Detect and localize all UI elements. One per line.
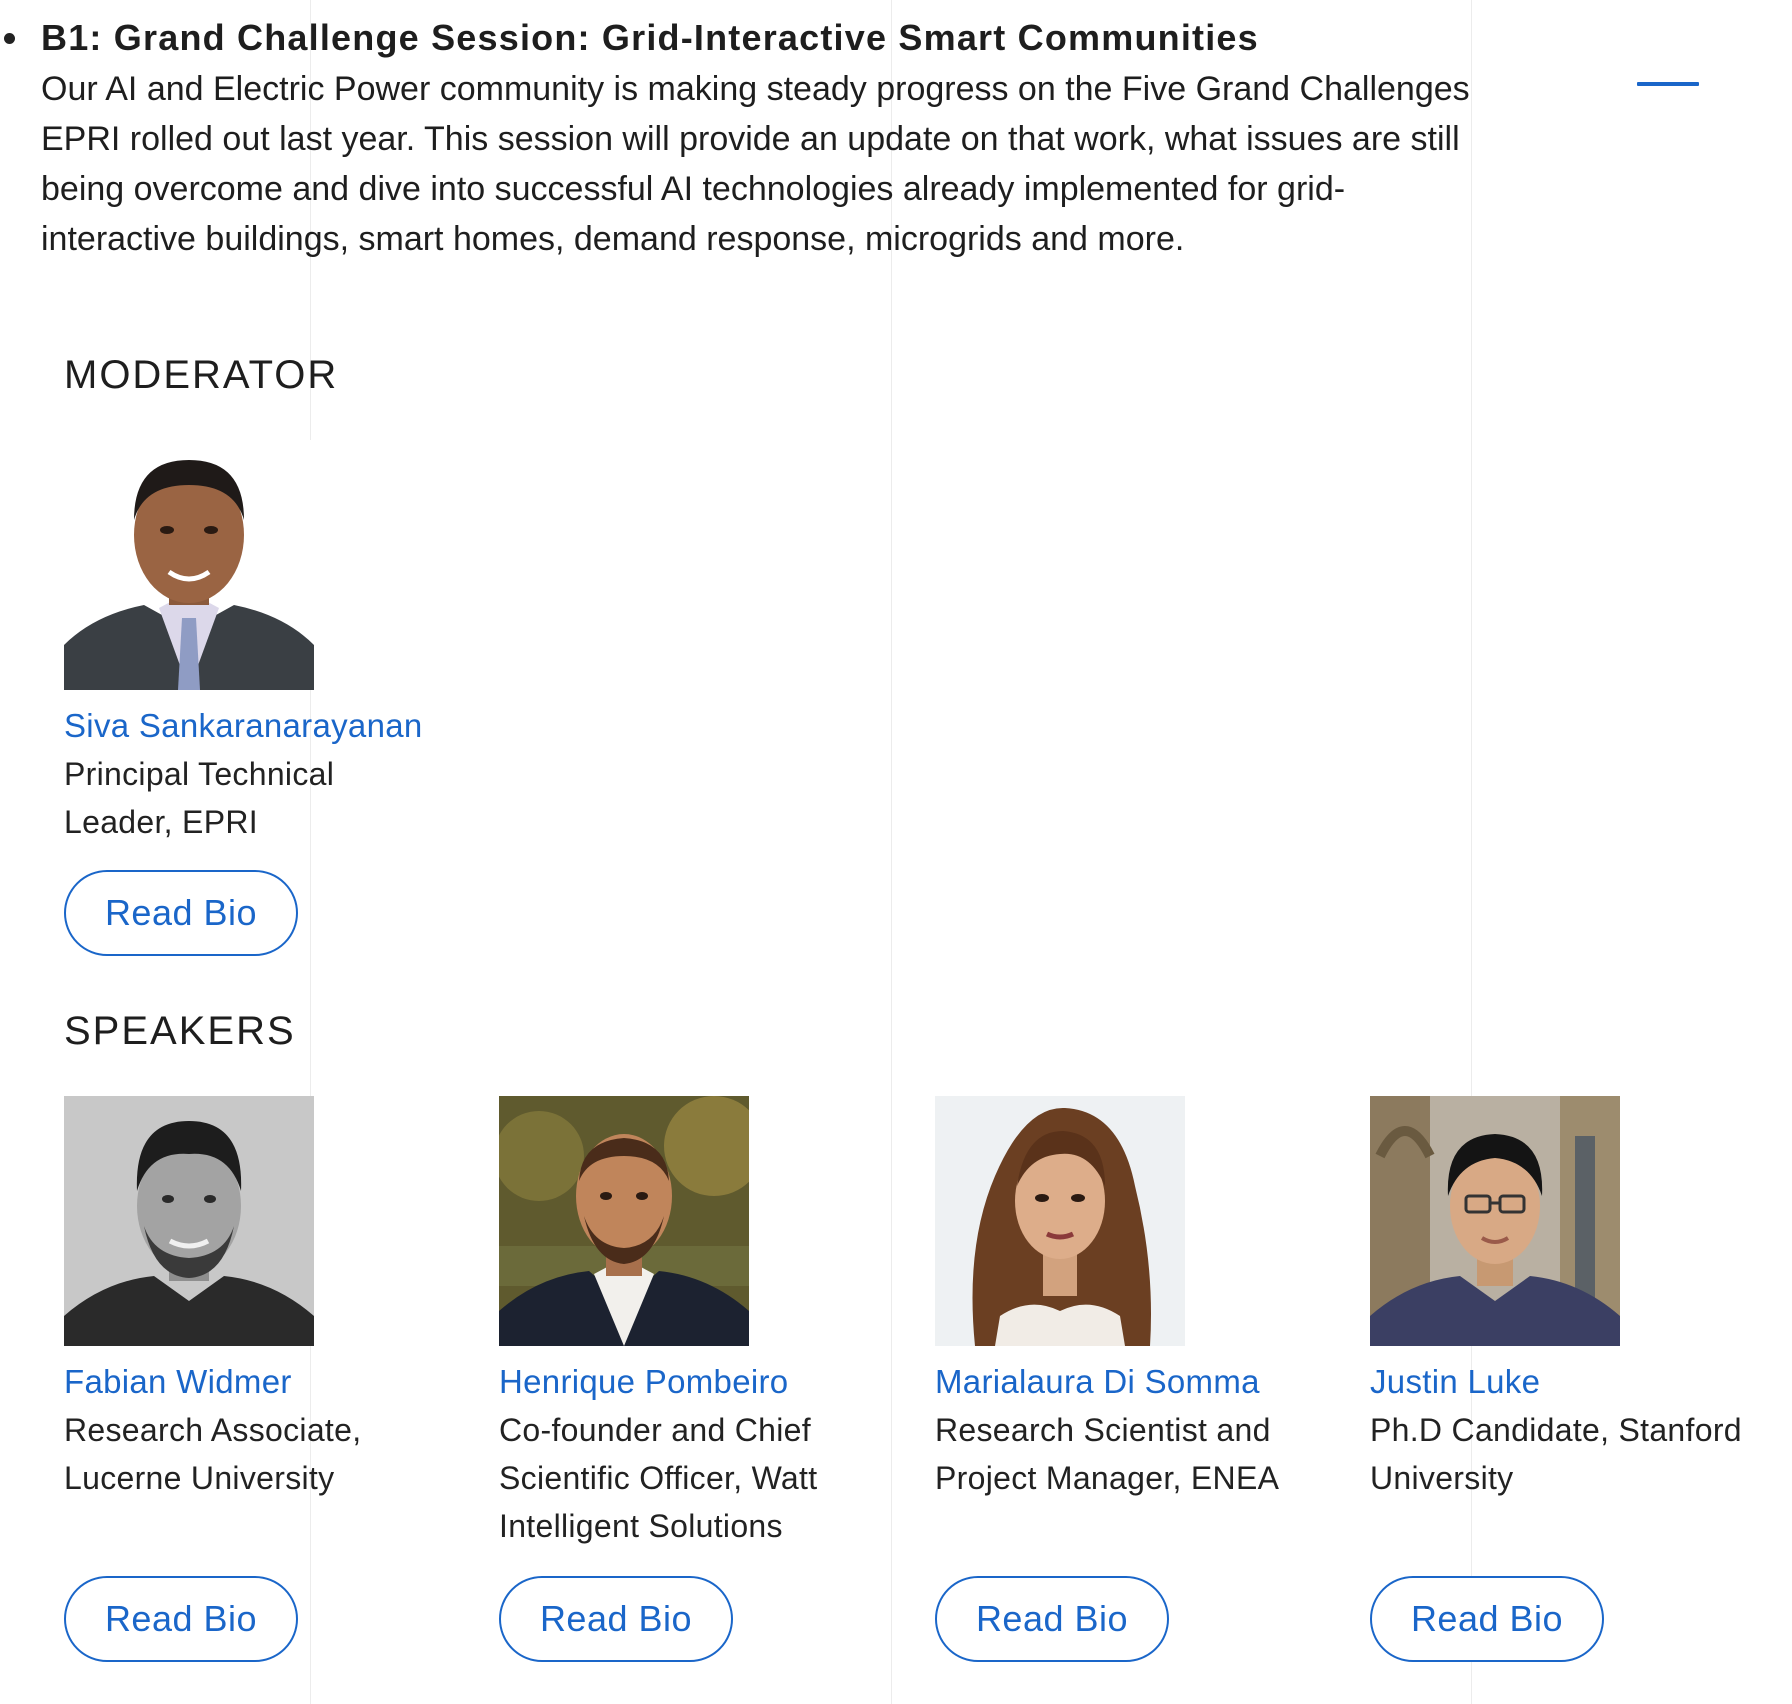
moderator-heading: MODERATOR bbox=[64, 353, 339, 397]
session-description: Our AI and Electric Power community is m… bbox=[41, 64, 1541, 264]
description-line: Our AI and Electric Power community is m… bbox=[41, 70, 1470, 108]
role-line: Co-founder and Chief bbox=[499, 1412, 811, 1448]
read-bio-button[interactable]: Read Bio bbox=[64, 1576, 298, 1662]
role-line: Ph.D Candidate, Stanford bbox=[1370, 1412, 1742, 1448]
role-line: Leader, EPRI bbox=[64, 804, 258, 840]
role-line: Research Associate, bbox=[64, 1412, 362, 1448]
minus-icon bbox=[1637, 82, 1699, 86]
role-line: Research Scientist and bbox=[935, 1412, 1271, 1448]
speaker-role: Research Scientist and Project Manager, … bbox=[935, 1406, 1279, 1502]
headshot-image bbox=[499, 1096, 749, 1346]
speaker-name-link[interactable]: Fabian Widmer bbox=[64, 1360, 292, 1404]
session-item: B1: Grand Challenge Session: Grid-Intera… bbox=[0, 0, 1792, 1704]
role-line: Project Manager, ENEA bbox=[935, 1460, 1280, 1496]
moderator-photo bbox=[64, 440, 314, 690]
speaker-photo bbox=[64, 1096, 314, 1346]
read-bio-button[interactable]: Read Bio bbox=[935, 1576, 1169, 1662]
description-line: interactive buildings, smart homes, dema… bbox=[41, 220, 1185, 258]
role-line: Principal Technical bbox=[64, 756, 335, 792]
speaker-name-link[interactable]: Henrique Pombeiro bbox=[499, 1360, 788, 1404]
read-bio-button[interactable]: Read Bio bbox=[64, 870, 298, 956]
speaker-role: Co-founder and Chief Scientific Officer,… bbox=[499, 1406, 817, 1550]
read-bio-button[interactable]: Read Bio bbox=[1370, 1576, 1604, 1662]
collapse-toggle[interactable] bbox=[1637, 70, 1701, 96]
speaker-name-link[interactable]: Justin Luke bbox=[1370, 1360, 1540, 1404]
moderator-role: Principal Technical Leader, EPRI bbox=[64, 750, 334, 846]
headshot-image bbox=[64, 440, 314, 690]
description-line: being overcome and dive into successful … bbox=[41, 170, 1346, 208]
headshot-image bbox=[64, 1096, 314, 1346]
speaker-role: Ph.D Candidate, Stanford University bbox=[1370, 1406, 1742, 1502]
speaker-role: Research Associate, Lucerne University bbox=[64, 1406, 361, 1502]
role-line: Scientific Officer, Watt bbox=[499, 1460, 818, 1496]
role-line: Intelligent Solutions bbox=[499, 1508, 783, 1544]
role-line: University bbox=[1370, 1460, 1514, 1496]
speaker-photo bbox=[935, 1096, 1185, 1346]
headshot-image bbox=[1370, 1096, 1620, 1346]
speakers-heading: SPEAKERS bbox=[64, 1009, 296, 1053]
list-bullet bbox=[4, 33, 15, 44]
headshot-image bbox=[935, 1096, 1185, 1346]
read-bio-button[interactable]: Read Bio bbox=[499, 1576, 733, 1662]
role-line: Lucerne University bbox=[64, 1460, 335, 1496]
moderator-name-link[interactable]: Siva Sankaranarayanan bbox=[64, 704, 423, 748]
speaker-name-link[interactable]: Marialaura Di Somma bbox=[935, 1360, 1260, 1404]
speaker-photo bbox=[1370, 1096, 1620, 1346]
speaker-photo bbox=[499, 1096, 749, 1346]
session-title[interactable]: B1: Grand Challenge Session: Grid-Intera… bbox=[41, 14, 1259, 62]
description-line: EPRI rolled out last year. This session … bbox=[41, 120, 1460, 158]
